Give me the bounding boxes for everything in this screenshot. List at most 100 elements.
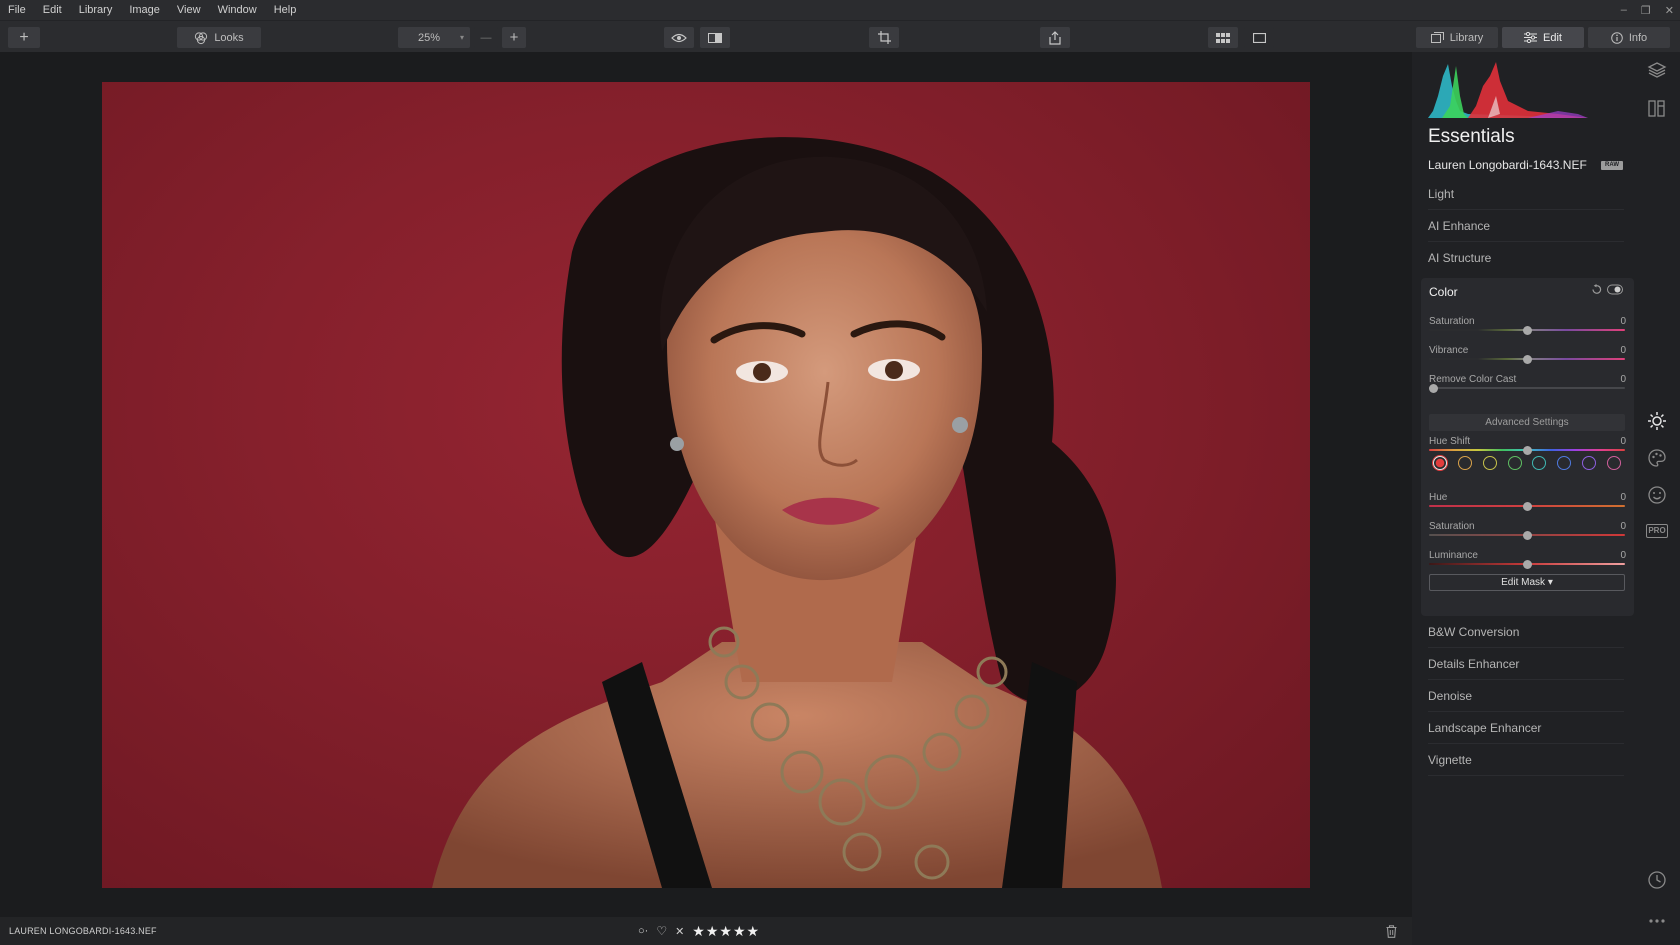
presets-icon[interactable] [1647,98,1667,118]
swatch-red[interactable] [1433,456,1447,470]
crop-button[interactable] [869,27,899,48]
portrait-face-icon[interactable] [1647,485,1667,505]
saturation-label: Saturation [1429,316,1475,327]
luminance-slider[interactable] [1429,559,1625,569]
hue-value: 0 [1620,492,1626,503]
vibrance-value: 0 [1620,345,1626,356]
menu-image[interactable]: Image [121,4,169,16]
saturation-slider-thumb[interactable] [1523,325,1532,335]
section-landscape-enhancer[interactable]: Landscape Enhancer [1428,712,1624,744]
reject-icon[interactable]: ✕ [675,925,684,938]
swatch-blue[interactable] [1557,456,1572,470]
tab-info-label: Info [1628,31,1648,44]
hue-slider-thumb[interactable] [1523,501,1532,511]
split-view-icon [708,32,722,43]
more-options-icon[interactable] [1647,911,1667,931]
hue-shift-slider-thumb[interactable] [1523,445,1532,455]
raw-badge: RAW [1601,161,1623,170]
zoom-select[interactable]: 25% ▾ [398,27,470,48]
star-rating[interactable]: ★★★★★ [692,923,760,940]
menu-bar: File Edit Library Image View Window Help… [0,0,1680,20]
minimize-button[interactable]: – [1621,4,1627,16]
compare-button[interactable] [700,27,730,48]
advanced-saturation-label: Saturation [1429,521,1475,532]
share-button[interactable] [1040,27,1070,48]
advanced-saturation-slider-thumb[interactable] [1523,530,1532,540]
section-denoise[interactable]: Denoise [1428,680,1624,712]
menu-edit[interactable]: Edit [35,4,71,16]
preview-button[interactable] [664,27,694,48]
looks-button[interactable]: Looks [177,27,261,48]
vibrance-slider[interactable] [1429,354,1625,364]
close-button[interactable]: ✕ [1665,4,1674,17]
tab-library-label: Library [1449,31,1484,44]
swatch-purple[interactable] [1582,456,1597,470]
toggle-visibility-icon[interactable] [1607,284,1623,295]
color-section-title[interactable]: Color [1429,285,1458,299]
eye-icon [671,33,687,42]
luminance-slider-thumb[interactable] [1523,559,1532,569]
color-label-icon[interactable]: ○· [638,925,648,937]
single-view-button[interactable] [1244,27,1274,48]
swatch-yellow[interactable] [1482,456,1497,470]
panel-title: Essentials [1428,126,1515,147]
portrait-illustration [432,137,1162,888]
color-swatches [1429,456,1625,472]
essentials-sun-icon[interactable] [1647,411,1667,431]
menu-help[interactable]: Help [266,4,306,16]
single-image-icon [1252,32,1266,43]
section-light[interactable]: Light [1428,178,1624,210]
crop-icon [877,31,891,44]
history-clock-icon[interactable] [1647,870,1667,890]
tab-edit[interactable]: Edit [1502,27,1584,48]
status-bar: LAUREN LONGOBARDI-1643.NEF ○· ♡ ✕ ★★★★★ [0,917,1412,945]
hue-shift-slider[interactable] [1429,445,1625,455]
add-photos-button[interactable]: + [8,27,40,48]
menu-window[interactable]: Window [210,4,266,16]
swatch-aqua[interactable] [1532,456,1547,470]
swatch-magenta[interactable] [1606,456,1621,470]
section-bw-conversion[interactable]: B&W Conversion [1428,616,1624,648]
layers-icon[interactable] [1647,60,1667,80]
menu-library[interactable]: Library [71,4,122,16]
grid-icon [1216,32,1230,43]
library-icon [1430,32,1444,43]
status-filename: LAUREN LONGOBARDI-1643.NEF [9,926,157,936]
section-ai-enhance[interactable]: AI Enhance [1428,210,1624,242]
vibrance-label: Vibrance [1429,345,1469,356]
swatch-orange[interactable] [1457,456,1472,470]
zoom-in-button[interactable]: + [502,27,526,48]
hue-slider[interactable] [1429,501,1625,511]
edit-mask-button[interactable]: Edit Mask ▾ [1429,574,1625,591]
vibrance-slider-thumb[interactable] [1523,354,1532,364]
section-details-enhancer[interactable]: Details Enhancer [1428,648,1624,680]
tool-rail: PRO [1634,52,1680,945]
favorite-heart-icon[interactable]: ♡ [656,924,667,938]
swatch-green[interactable] [1507,456,1522,470]
section-vignette[interactable]: Vignette [1428,744,1624,776]
remove-color-cast-slider[interactable] [1428,383,1625,393]
pro-tools-button[interactable]: PRO [1646,524,1668,538]
menu-view[interactable]: View [169,4,210,16]
zoom-out-button[interactable]: — [474,27,498,48]
portrait-photo [102,82,1310,888]
maximize-button[interactable]: ❐ [1641,4,1651,17]
advanced-saturation-slider[interactable] [1429,530,1625,540]
color-section: Color Saturation 0 Vibrance 0 Remove Col… [1421,278,1634,616]
saturation-slider[interactable] [1429,325,1625,335]
image-canvas[interactable] [0,52,1412,917]
section-ai-structure[interactable]: AI Structure [1428,242,1624,274]
reset-icon[interactable] [1591,284,1602,295]
tab-library[interactable]: Library [1416,27,1498,48]
trash-icon[interactable] [1386,925,1397,938]
menu-file[interactable]: File [0,4,35,16]
info-icon [1611,31,1623,44]
remove-color-cast-slider-thumb[interactable] [1428,383,1438,393]
tab-info[interactable]: Info [1588,27,1670,48]
panel-filename: Lauren Longobardi-1643.NEF [1428,158,1587,172]
creative-palette-icon[interactable] [1647,448,1667,468]
grid-view-button[interactable] [1208,27,1238,48]
rating-controls: ○· ♡ ✕ ★★★★★ [638,923,760,939]
advanced-settings-toggle[interactable]: Advanced Settings [1429,414,1625,431]
essentials-panel: Essentials Lauren Longobardi-1643.NEF RA… [1412,52,1634,945]
